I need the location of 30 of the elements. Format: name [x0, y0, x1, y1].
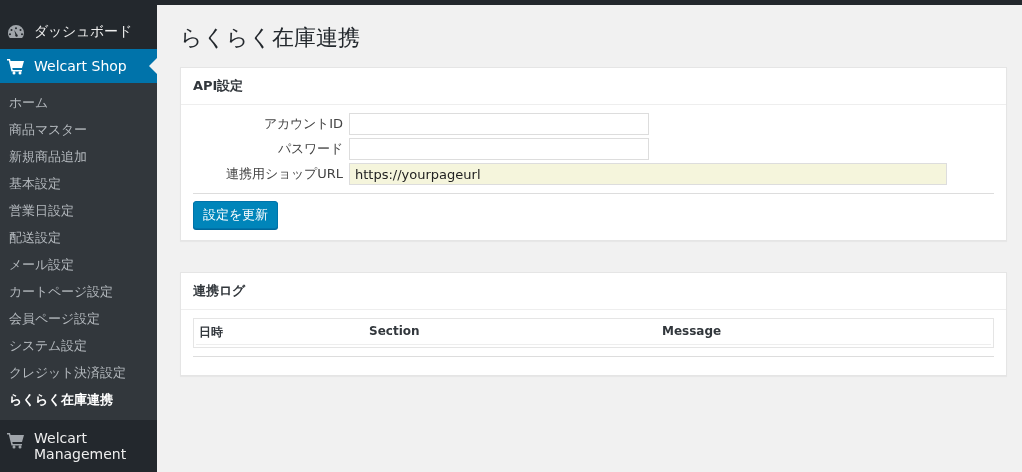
menu-item[interactable]: Welcart Management	[0, 424, 157, 462]
cart-icon	[6, 56, 26, 76]
column-header: Section	[366, 321, 659, 345]
submenu-item[interactable]: クレジット決済設定	[0, 359, 157, 386]
card-title: API設定	[181, 68, 1006, 105]
submenu-item[interactable]: メール設定	[0, 251, 157, 278]
submenu-item[interactable]: 新規商品追加	[0, 143, 157, 170]
card-title: 連携ログ	[181, 273, 1006, 310]
submenu-item[interactable]: カートページ設定	[0, 278, 157, 305]
submenu-item[interactable]: 営業日設定	[0, 197, 157, 224]
menu-item[interactable]: Welcart Shop	[0, 49, 157, 83]
text-field[interactable]	[349, 138, 649, 160]
menu-item[interactable]: ダッシュボード	[0, 15, 157, 49]
update-button[interactable]: 設定を更新	[193, 201, 278, 229]
submenu-item[interactable]: システム設定	[0, 332, 157, 359]
submenu-item[interactable]: らくらく在庫連携	[0, 386, 157, 413]
text-field[interactable]	[349, 113, 649, 135]
column-header: 日時	[196, 321, 366, 345]
column-header: Message	[659, 321, 991, 345]
submenu-item[interactable]: 配送設定	[0, 224, 157, 251]
cart-icon	[6, 430, 26, 450]
submenu-item[interactable]: 会員ページ設定	[0, 305, 157, 332]
field-label: パスワード	[277, 140, 343, 158]
submenu-item[interactable]: ホーム	[0, 89, 157, 116]
text-field[interactable]: https://yourpageurl	[349, 163, 947, 185]
submenu-item[interactable]: 商品マスター	[0, 116, 157, 143]
field-label: 連携用ショップURL	[225, 165, 343, 183]
field-label: アカウントID	[263, 115, 343, 133]
page-title: らくらく在庫連携	[180, 24, 361, 52]
submenu-item[interactable]: 基本設定	[0, 170, 157, 197]
